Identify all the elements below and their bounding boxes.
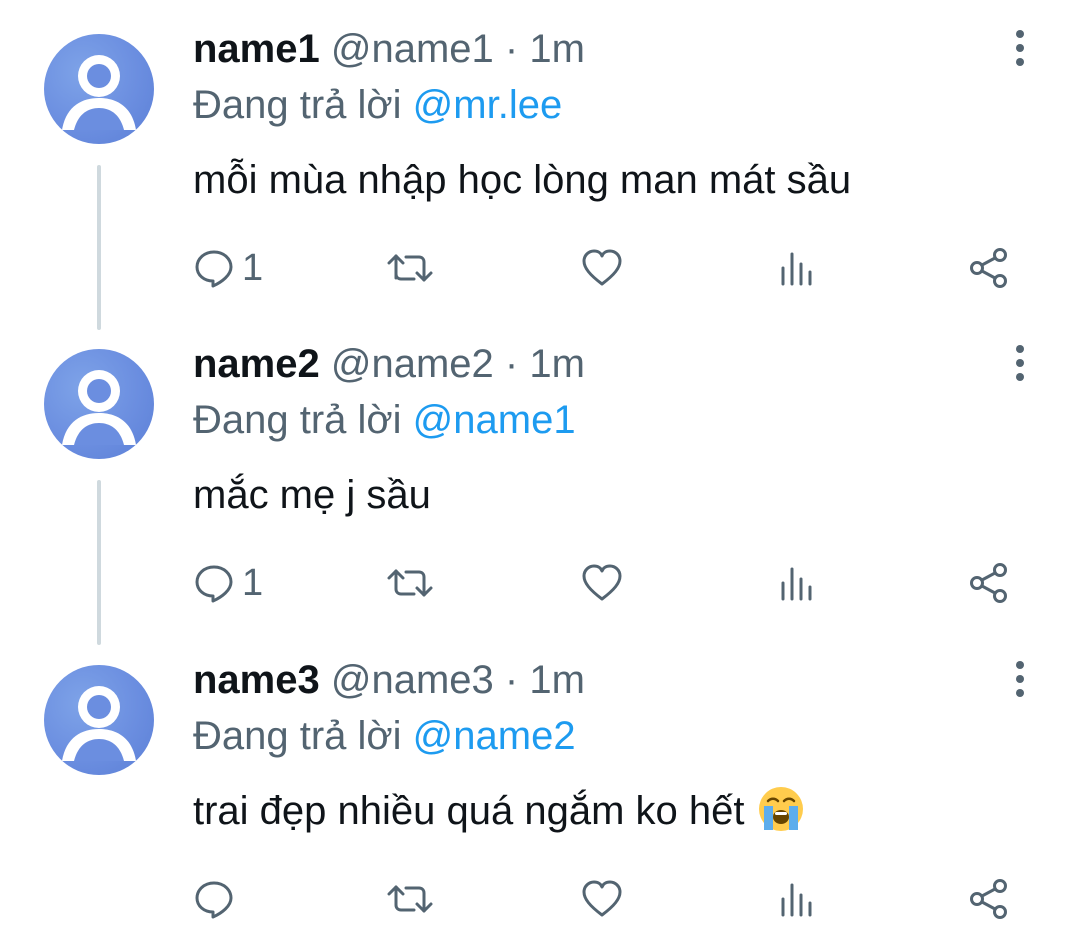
comment-bubble-icon xyxy=(195,881,233,919)
retweet-icon xyxy=(387,254,433,282)
replying-to: Đang trả lời @name1 xyxy=(193,395,576,445)
comment-bubble-icon xyxy=(195,565,233,603)
like-button[interactable] xyxy=(580,238,624,298)
retweet-button[interactable] xyxy=(384,238,436,298)
default-user-avatar-icon xyxy=(62,55,136,130)
action-bar xyxy=(0,869,1080,929)
share-button[interactable] xyxy=(967,238,1011,298)
loudly-crying-face-icon xyxy=(758,787,803,831)
separator-dot: · xyxy=(504,27,519,71)
more-vertical-icon[interactable] xyxy=(1008,657,1032,701)
views-button[interactable] xyxy=(775,553,819,613)
like-button[interactable] xyxy=(580,553,624,613)
timestamp[interactable]: 1m xyxy=(529,342,585,386)
user-handle[interactable]: @name3 xyxy=(331,658,494,702)
tweet-header: name3 @name3 · 1m xyxy=(193,655,585,705)
timestamp[interactable]: 1m xyxy=(529,658,585,702)
heart-icon xyxy=(582,880,622,917)
action-bar: 1 xyxy=(0,238,1080,298)
tweet-2[interactable]: name2 @name2 · 1m Đang trả lời @name1 mắ… xyxy=(0,315,1080,645)
action-bar: 1 xyxy=(0,553,1080,613)
tweet-text: mỗi mùa nhập học lòng man mát sầu xyxy=(193,158,852,202)
comment-bubble-icon xyxy=(195,250,233,288)
tweet-1[interactable]: name1 @name1 · 1m Đang trả lời @mr.lee m… xyxy=(0,0,1080,330)
replying-to-handle[interactable]: @name1 xyxy=(413,398,576,442)
retweet-button[interactable] xyxy=(384,553,436,613)
bar-chart-icon xyxy=(781,567,812,601)
replying-to-label: Đang trả lời xyxy=(193,83,402,127)
share-button[interactable] xyxy=(967,869,1011,929)
replying-to: Đang trả lời @mr.lee xyxy=(193,80,562,130)
default-user-avatar-icon xyxy=(62,370,136,445)
user-handle[interactable]: @name2 xyxy=(331,342,494,386)
tweet-header: name2 @name2 · 1m xyxy=(193,339,585,389)
avatar[interactable] xyxy=(44,34,154,144)
reply-button[interactable]: 1 xyxy=(192,238,263,298)
tweet-text: mắc mẹ j sầu xyxy=(193,473,431,517)
share-button[interactable] xyxy=(967,553,1011,613)
views-button[interactable] xyxy=(775,238,819,298)
user-handle[interactable]: @name1 xyxy=(331,27,494,71)
tweet-text: trai đẹp nhiều quá ngắm ko hết xyxy=(193,789,745,833)
replying-to: Đang trả lời @name2 xyxy=(193,711,576,761)
default-user-avatar-icon xyxy=(62,686,136,761)
display-name[interactable]: name2 xyxy=(193,342,320,386)
separator-dot: · xyxy=(504,342,519,386)
more-vertical-icon[interactable] xyxy=(1008,26,1032,70)
avatar[interactable] xyxy=(44,349,154,459)
share-icon xyxy=(970,879,1007,919)
replying-to-handle[interactable]: @name2 xyxy=(413,714,576,758)
tweet-header: name1 @name1 · 1m xyxy=(193,24,585,74)
retweet-icon xyxy=(387,569,433,597)
reply-count: 1 xyxy=(242,562,264,604)
tweet-3[interactable]: name3 @name3 · 1m Đang trả lời @name2 tr… xyxy=(0,631,1080,946)
tweet-text-container: trai đẹp nhiều quá ngắm ko hết xyxy=(193,783,806,839)
like-button[interactable] xyxy=(580,869,624,929)
replying-to-label: Đang trả lời xyxy=(193,398,402,442)
views-button[interactable] xyxy=(775,869,819,929)
heart-icon xyxy=(582,564,622,601)
separator-dot: · xyxy=(504,658,519,702)
display-name[interactable]: name3 xyxy=(193,658,320,702)
bar-chart-icon xyxy=(781,883,812,917)
reply-button[interactable]: 1 xyxy=(192,553,263,613)
share-icon xyxy=(970,248,1007,288)
display-name[interactable]: name1 xyxy=(193,27,320,71)
more-vertical-icon[interactable] xyxy=(1008,341,1032,385)
timestamp[interactable]: 1m xyxy=(529,27,585,71)
retweet-button[interactable] xyxy=(384,869,436,929)
retweet-icon xyxy=(387,885,433,913)
reply-button[interactable] xyxy=(192,869,242,929)
avatar[interactable] xyxy=(44,665,154,775)
heart-icon xyxy=(582,249,622,286)
reply-count: 1 xyxy=(242,247,264,289)
bar-chart-icon xyxy=(781,252,812,286)
share-icon xyxy=(970,563,1007,603)
replying-to-label: Đang trả lời xyxy=(193,714,402,758)
replying-to-handle[interactable]: @mr.lee xyxy=(413,83,563,127)
